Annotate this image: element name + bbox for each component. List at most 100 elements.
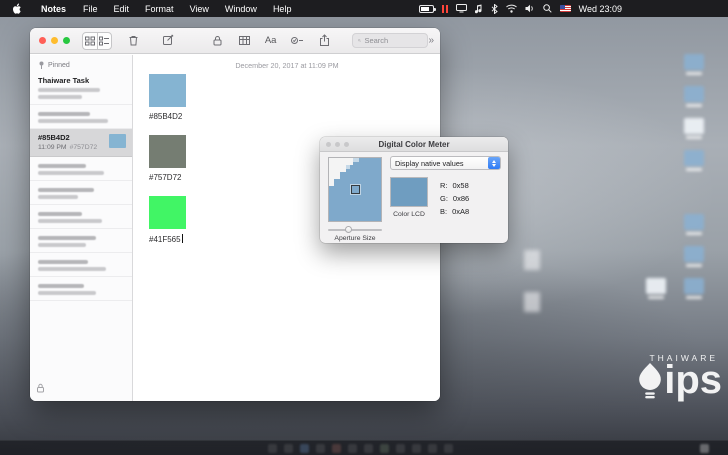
color-swatch-gray [149, 135, 186, 168]
menu-notes[interactable]: Notes [32, 4, 75, 14]
input-language-flag-icon[interactable] [559, 5, 571, 12]
apple-menu-icon[interactable] [12, 3, 22, 15]
dock-app-icon[interactable] [428, 444, 437, 453]
redacted-note-title [38, 164, 86, 168]
redacted-note-preview [38, 291, 96, 295]
desktop-file-icon[interactable] [646, 278, 666, 299]
dock-app-icon[interactable] [412, 444, 421, 453]
music-icon[interactable] [474, 4, 483, 14]
desktop-file-icon[interactable] [684, 150, 704, 171]
digital-color-meter-window: Digital Color Meter Aperture Size Displa… [320, 137, 508, 243]
delete-note-button[interactable] [120, 32, 147, 50]
channel-b-label: B: [440, 207, 448, 216]
desktop-file-icon[interactable] [684, 278, 704, 299]
desktop-document-icon[interactable] [524, 250, 540, 270]
lock-icon [37, 383, 44, 393]
note-list-item[interactable] [30, 253, 132, 277]
redacted-note-preview [38, 88, 100, 92]
desktop-file-icon[interactable] [684, 214, 704, 235]
redacted-note-title [38, 112, 90, 116]
share-button[interactable] [311, 32, 338, 50]
channel-g-label: G: [440, 194, 448, 203]
aperture-size-slider[interactable] [328, 226, 382, 233]
pin-icon [39, 61, 44, 69]
note-list-item[interactable] [30, 229, 132, 253]
note-list-item[interactable]: Thaiware Task [30, 72, 132, 105]
dock-app-icon[interactable] [364, 444, 373, 453]
note-list-item[interactable] [30, 205, 132, 229]
checklist-button[interactable] [283, 32, 311, 50]
lightbulb-icon [639, 363, 662, 399]
dock-app-icon[interactable] [332, 444, 341, 453]
dock-app-icon[interactable] [300, 444, 309, 453]
toolbar-overflow-chevron[interactable]: » [428, 35, 434, 46]
note-title: Thaiware Task [38, 76, 90, 85]
redacted-note-preview [38, 219, 102, 223]
note-date: December 20, 2017 at 11:09 PM [235, 61, 339, 70]
menu-file[interactable]: File [75, 4, 106, 14]
desktop-file-icon[interactable] [684, 118, 704, 139]
menu-format[interactable]: Format [137, 4, 182, 14]
spotlight-search-icon[interactable] [542, 4, 552, 13]
list-view-button[interactable] [96, 32, 111, 49]
new-note-button[interactable] [155, 32, 182, 50]
dock-trash-icon[interactable] [700, 444, 709, 453]
dock-app-icon[interactable] [380, 444, 389, 453]
menu-window[interactable]: Window [217, 4, 265, 14]
zoom-button[interactable] [63, 37, 70, 44]
dock-app-icon[interactable] [396, 444, 405, 453]
dock-app-icon[interactable] [444, 444, 453, 453]
display-icon[interactable] [455, 4, 467, 13]
dock [0, 440, 728, 455]
note-list-item[interactable] [30, 157, 132, 181]
desktop-screen: Notes File Edit Format View Window Help … [0, 0, 728, 455]
channel-b-value: 0xA8 [452, 207, 470, 216]
redacted-note-preview [38, 95, 82, 99]
notes-sidebar: Pinned Thaiware Task #85B4D2 11:09 PM #75… [30, 55, 133, 401]
battery-icon[interactable] [418, 4, 436, 13]
watermark-logo-text: ips [664, 358, 722, 402]
bluetooth-icon[interactable] [491, 3, 498, 14]
wifi-icon[interactable] [505, 4, 517, 13]
desktop-file-icon[interactable] [684, 86, 704, 107]
dropdown-arrows-icon [488, 157, 500, 169]
redacted-note-title [38, 284, 84, 288]
search-input[interactable] [364, 36, 423, 45]
menu-view[interactable]: View [182, 4, 217, 14]
table-button[interactable] [231, 32, 258, 50]
pixel-magnifier-view [328, 157, 382, 222]
gallery-view-button[interactable] [83, 33, 97, 49]
redacted-note-preview [38, 195, 78, 199]
menu-edit[interactable]: Edit [106, 4, 138, 14]
dock-app-icon[interactable] [348, 444, 357, 453]
menu-help[interactable]: Help [265, 4, 300, 14]
dock-app-icon[interactable] [268, 444, 277, 453]
close-button[interactable] [39, 37, 46, 44]
note-list-item-selected[interactable]: #85B4D2 11:09 PM #757D72 [30, 129, 132, 157]
slider-knob[interactable] [345, 226, 352, 233]
volume-icon[interactable] [525, 4, 535, 13]
recording-pause-icon[interactable] [441, 4, 448, 13]
desktop-document-icon[interactable] [524, 292, 540, 312]
search-field[interactable] [352, 33, 429, 48]
menubar-clock[interactable]: Wed 23:09 [579, 4, 622, 14]
note-list-item[interactable] [30, 277, 132, 301]
note-list-item[interactable] [30, 181, 132, 205]
desktop-file-icon[interactable] [684, 246, 704, 267]
dcm-titlebar[interactable]: Digital Color Meter [320, 137, 508, 152]
color-swatch-blue [149, 74, 186, 107]
aperture-size-label: Aperture Size [334, 235, 376, 242]
note-list-item[interactable] [30, 105, 132, 129]
desktop-file-icon[interactable] [684, 54, 704, 75]
sampled-color-preview [390, 177, 428, 207]
minimize-button[interactable] [51, 37, 58, 44]
redacted-note-title [38, 188, 94, 192]
display-mode-dropdown[interactable]: Display native values [390, 156, 501, 170]
view-toggle [82, 31, 112, 50]
redacted-note-preview [38, 243, 86, 247]
lock-note-button[interactable] [204, 32, 231, 50]
dock-app-icon[interactable] [316, 444, 325, 453]
redacted-note-preview [38, 119, 108, 123]
dock-app-icon[interactable] [284, 444, 293, 453]
format-button[interactable]: Aa [258, 32, 284, 50]
